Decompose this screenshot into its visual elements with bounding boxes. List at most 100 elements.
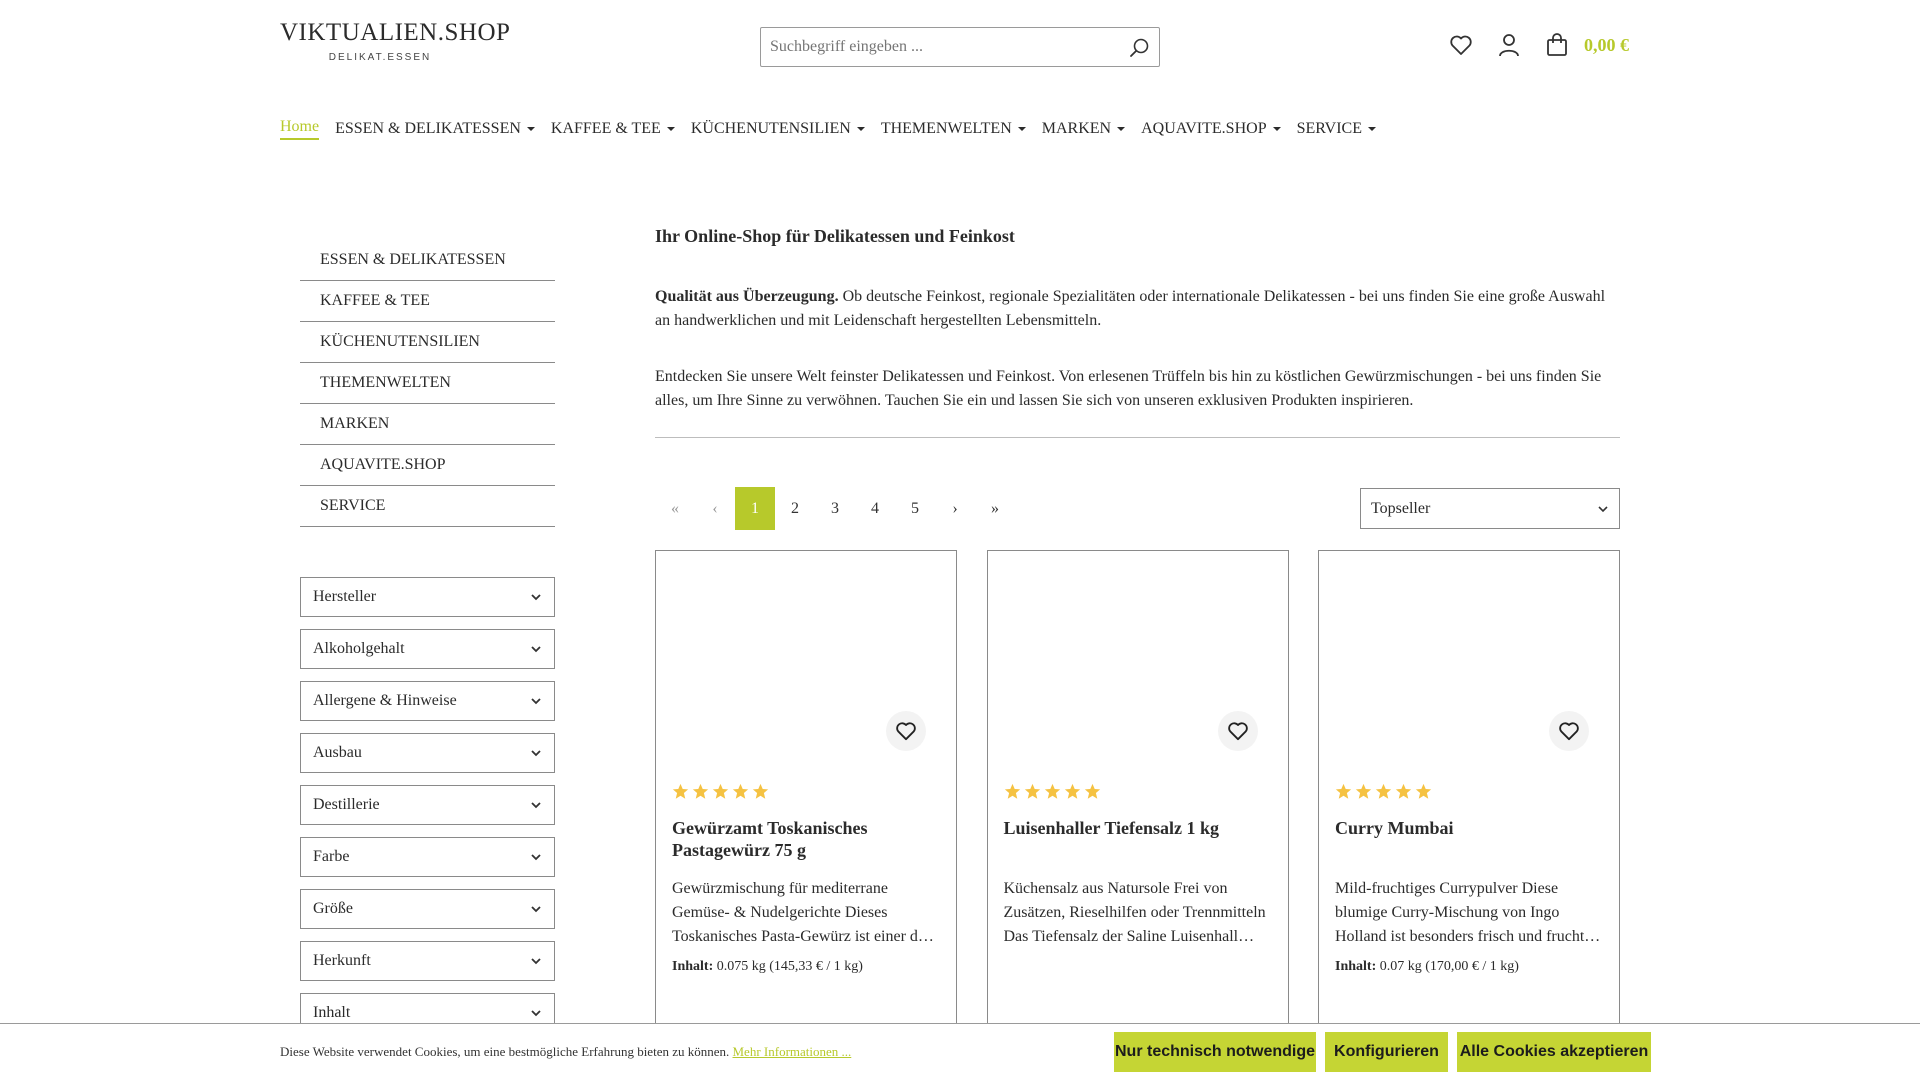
cookie-configure-button[interactable]: Konfigurieren (1325, 1032, 1448, 1072)
page-prev-button[interactable]: ‹ (695, 487, 735, 530)
nav-item-marken[interactable]: MARKEN (1042, 118, 1126, 140)
sort-select[interactable]: Topseller (1360, 488, 1620, 529)
rating-stars (672, 783, 772, 800)
product-title[interactable]: Gewürzamt Toskanisches Pastagewürz 75 g (672, 817, 942, 861)
cart-bag-icon[interactable] (1544, 32, 1570, 58)
nav-label: SERVICE (1296, 120, 1362, 137)
page-last-button[interactable]: » (975, 487, 1015, 530)
sidebar-item-marken[interactable]: MARKEN (300, 404, 555, 445)
page-next-button[interactable]: › (935, 487, 975, 530)
sidebar-item-essen-delikatessen[interactable]: ESSEN & DELIKATESSEN (300, 240, 555, 281)
cookie-message: Diese Website verwendet Cookies, um eine… (280, 1044, 730, 1059)
product-title[interactable]: Luisenhaller Tiefensalz 1 kg (1004, 817, 1274, 839)
page-button-4[interactable]: 4 (855, 487, 895, 530)
page-title: Ihr Online-Shop für Delikatessen und Fei… (655, 226, 1015, 246)
chevron-down-icon (531, 958, 541, 965)
filter-label: Inhalt (313, 1004, 351, 1021)
sidebar-item-kaffee-tee[interactable]: KAFFEE & TEE (300, 281, 555, 322)
sidebar-item-service[interactable]: SERVICE (300, 486, 555, 527)
product-card[interactable]: Gewürzamt Toskanisches Pastagewürz 75 g … (655, 550, 957, 1050)
product-card[interactable]: Luisenhaller Tiefensalz 1 kg Küchensalz … (986, 550, 1289, 1050)
caret-down-icon (1117, 127, 1126, 131)
star-icon (1335, 783, 1352, 799)
nav-item-home[interactable]: Home (280, 118, 320, 140)
page-button-2[interactable]: 2 (775, 487, 815, 530)
cart-total[interactable]: 0,00 € (1584, 35, 1629, 56)
search-input[interactable] (761, 28, 1159, 66)
nav-label: THEMENWELTEN (880, 120, 1012, 137)
search-icon[interactable] (1129, 37, 1151, 59)
nav-item-aquavite-shop[interactable]: AQUAVITE.SHOP (1141, 118, 1281, 140)
main-navigation: Home ESSEN & DELIKATESSEN KAFFEE & TEE K… (280, 118, 1392, 140)
page-button-5[interactable]: 5 (895, 487, 935, 530)
chevron-down-icon (531, 802, 541, 809)
divider (655, 437, 1620, 438)
product-card[interactable]: Curry Mumbai Mild-fruchtiges Currypulver… (1318, 550, 1620, 1050)
header-actions: 0,00 € (1448, 32, 1629, 58)
caret-down-icon (666, 127, 675, 131)
filter-allergene-hinweise[interactable]: Allergene & Hinweise (300, 681, 555, 721)
chevron-down-icon (531, 906, 541, 913)
filter-herkunft[interactable]: Herkunft (300, 941, 555, 981)
filter-label: Hersteller (313, 588, 377, 605)
cookie-banner: Diese Website verwendet Cookies, um eine… (0, 1023, 1920, 1080)
listing-toolbar: « ‹ 1 2 3 4 5 › » Topseller (655, 487, 1620, 531)
filter-label: Allergene & Hinweise (313, 692, 457, 709)
star-icon (672, 783, 689, 799)
page-button-3[interactable]: 3 (815, 487, 855, 530)
star-icon (1395, 783, 1412, 799)
star-icon (1375, 783, 1392, 799)
filter-farbe[interactable]: Farbe (300, 837, 555, 877)
wishlist-heart-icon[interactable] (886, 711, 926, 751)
filter-label: Alkoholgehalt (313, 640, 405, 657)
sidebar-item-aquavite-shop[interactable]: AQUAVITE.SHOP (300, 445, 555, 486)
cookie-more-info-link[interactable]: Mehr Informationen ... (733, 1044, 852, 1059)
product-content: Inhalt: 0.075 kg (145,33 € / 1 kg) (672, 959, 863, 975)
filter-destillerie[interactable]: Destillerie (300, 785, 555, 825)
filter-list: Hersteller Alkoholgehalt Allergene & Hin… (300, 577, 555, 1033)
filter-alkoholgehalt[interactable]: Alkoholgehalt (300, 629, 555, 669)
product-description: Gewürzmischung für mediterrane Gemüse- &… (672, 880, 934, 945)
sidebar-item-themenwelten[interactable]: THEMENWELTEN (300, 363, 555, 404)
nav-item-kuechenutensilien[interactable]: KÜCHENUTENSILIEN (691, 118, 865, 140)
filter-groesse[interactable]: Größe (300, 889, 555, 929)
product-title[interactable]: Curry Mumbai (1335, 817, 1605, 839)
page-button-1[interactable]: 1 (735, 487, 775, 530)
filter-label: Farbe (313, 848, 350, 865)
star-icon (712, 783, 729, 799)
caret-down-icon (1367, 127, 1376, 131)
nav-item-themenwelten[interactable]: THEMENWELTEN (881, 118, 1026, 140)
wishlist-heart-icon[interactable] (1217, 711, 1258, 751)
nav-item-kaffee-tee[interactable]: KAFFEE & TEE (551, 118, 675, 140)
category-list: ESSEN & DELIKATESSEN KAFFEE & TEE KÜCHEN… (300, 240, 555, 527)
chevron-down-icon (531, 1010, 541, 1017)
intro-paragraph: Qualität aus Überzeugung. Ob deutsche Fe… (655, 285, 1620, 333)
nav-label: AQUAVITE.SHOP (1141, 120, 1267, 137)
filter-label: Destillerie (313, 796, 380, 813)
nav-label: ESSEN & DELIKATESSEN (335, 120, 521, 137)
caret-down-icon (856, 127, 865, 131)
filter-hersteller[interactable]: Hersteller (300, 577, 555, 617)
caret-down-icon (526, 127, 535, 131)
filter-ausbau[interactable]: Ausbau (300, 733, 555, 773)
content-value: 0.07 kg (170,00 € / 1 kg) (1379, 959, 1519, 974)
product-description: Mild-fruchtiges Currypulver Diese blumig… (1335, 880, 1601, 945)
logo[interactable]: VIKTUALIEN.SHOP DELIKAT.ESSEN (280, 19, 511, 64)
sidebar-item-kuechenutensilien[interactable]: KÜCHENUTENSILIEN (300, 322, 555, 363)
page-first-button[interactable]: « (655, 487, 695, 530)
cookie-accept-all-button[interactable]: Alle Cookies akzeptieren (1457, 1032, 1651, 1072)
nav-item-essen-delikatessen[interactable]: ESSEN & DELIKATESSEN (335, 118, 535, 140)
wishlist-heart-icon[interactable] (1448, 32, 1474, 58)
star-icon (1415, 783, 1432, 799)
product-description: Küchensalz aus Natursole Frei von Zusätz… (1003, 880, 1266, 945)
star-icon (752, 783, 769, 799)
content-value: 0.075 kg (145,33 € / 1 kg) (716, 959, 863, 974)
cookie-necessary-button[interactable]: Nur technisch notwendige (1114, 1032, 1316, 1072)
logo-main-text: VIKTUALIEN.SHOP (280, 19, 511, 46)
nav-item-service[interactable]: SERVICE (1297, 118, 1376, 140)
star-icon (1044, 783, 1060, 799)
chevron-down-icon (531, 594, 541, 601)
account-user-icon[interactable] (1496, 32, 1522, 58)
star-icon (1084, 783, 1100, 799)
wishlist-heart-icon[interactable] (1549, 711, 1589, 751)
